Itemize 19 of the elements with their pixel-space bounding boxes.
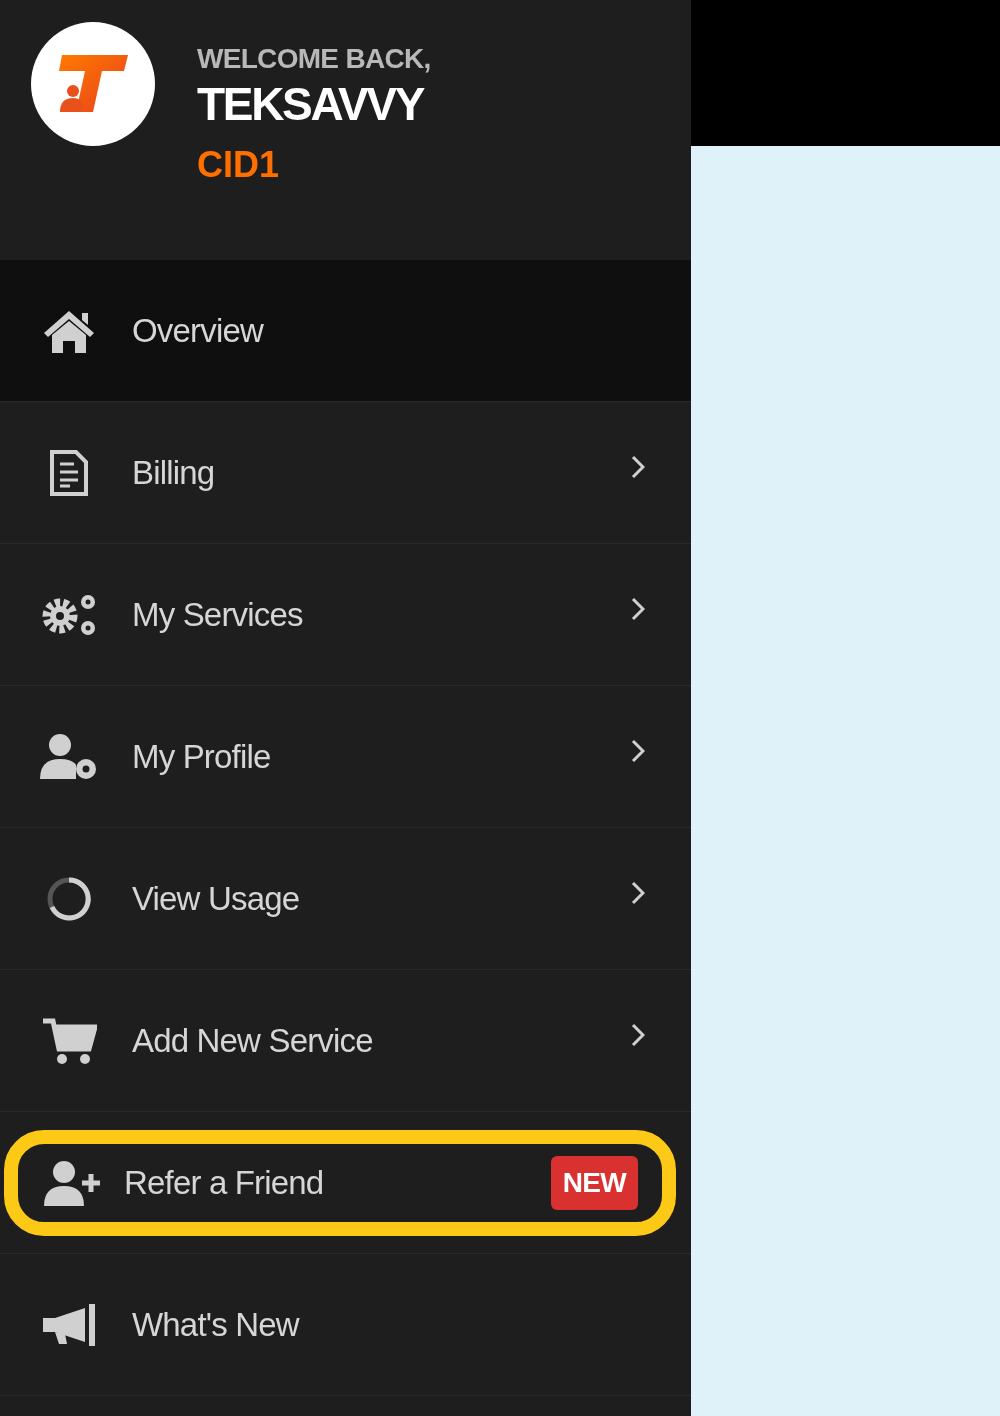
- chevron-icon: [631, 1022, 645, 1047]
- customer-id: CID1: [197, 143, 281, 187]
- chevron-icon: [631, 738, 645, 763]
- menu-item[interactable]: Refer a Friend NEW: [4, 1129, 676, 1236]
- user-settings-icon: [40, 732, 98, 781]
- document-icon: [50, 449, 88, 496]
- logo-icon: [31, 22, 155, 146]
- home-icon: [42, 308, 96, 353]
- cart-icon: [41, 1016, 97, 1065]
- chevron-icon: [631, 880, 645, 905]
- chevron-icon: [631, 454, 645, 479]
- menu-item[interactable]: Overview: [0, 260, 691, 401]
- user-name: TEKSAVVY: [197, 77, 425, 132]
- welcome-text: WELCOME BACK,: [197, 42, 431, 76]
- new-badge: NEW: [550, 1155, 638, 1210]
- chevron-icon: [631, 596, 645, 621]
- megaphone-icon: [41, 1303, 97, 1346]
- add-user-icon: [44, 1159, 102, 1206]
- circle-progress-icon: [46, 875, 92, 922]
